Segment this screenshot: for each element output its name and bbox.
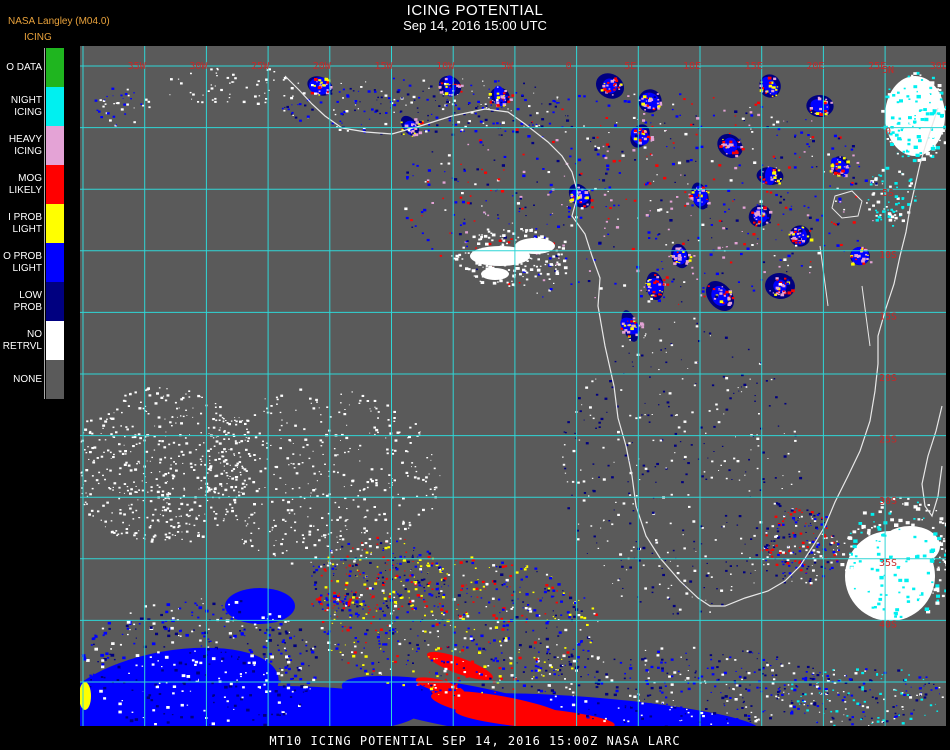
longitude-label: 30E bbox=[930, 61, 946, 72]
longitude-label: 0 bbox=[566, 61, 572, 72]
product-label: ICING bbox=[24, 32, 52, 43]
legend-item: NONE bbox=[0, 360, 66, 399]
legend-swatch bbox=[46, 321, 64, 360]
legend-item-label: NONE bbox=[13, 373, 42, 385]
legend-item: O PROB LIGHT bbox=[0, 243, 66, 282]
longitude-label: 30W bbox=[189, 61, 208, 72]
legend-item: MOG LIKELY bbox=[0, 165, 66, 204]
legend-item: LOW PROB bbox=[0, 282, 66, 321]
latitude-label: 5N bbox=[882, 65, 894, 76]
legend-swatch bbox=[46, 204, 64, 243]
longitude-label: 20W bbox=[313, 61, 332, 72]
legend-item: NO RETRVL bbox=[0, 321, 66, 360]
footer-caption: MT10 ICING POTENTIAL SEP 14, 2016 15:00Z… bbox=[269, 734, 681, 748]
longitude-label: 5E bbox=[624, 61, 636, 72]
legend-item-label: LOW PROB bbox=[13, 289, 42, 313]
legend-item-label: MOG LIKELY bbox=[8, 172, 42, 196]
latitude-label: 25S bbox=[879, 435, 897, 446]
legend-border bbox=[44, 48, 45, 399]
longitude-label: 15W bbox=[374, 61, 393, 72]
legend-item-label: O PROB LIGHT bbox=[3, 250, 42, 274]
latitude-label: 35S bbox=[879, 558, 897, 569]
legend-swatch bbox=[46, 282, 64, 321]
legend-swatch bbox=[46, 243, 64, 282]
latitude-label: 30S bbox=[879, 496, 897, 507]
legend-swatch bbox=[46, 87, 64, 126]
latitude-label: 40S bbox=[879, 619, 897, 630]
legend-item-label: O DATA bbox=[6, 61, 42, 73]
longitude-label: 35W bbox=[128, 61, 147, 72]
latitude-label: 0 bbox=[885, 127, 891, 138]
page-title: ICING POTENTIAL bbox=[406, 2, 544, 19]
legend-item: I PROB LIGHT bbox=[0, 204, 66, 243]
icing-map[interactable]: 35W30W25W20W15W10W5W05E10E15E20E25E30E35… bbox=[80, 46, 946, 726]
legend-item-label: I PROB LIGHT bbox=[8, 211, 42, 235]
legend-item-label: NIGHT ICING bbox=[10, 94, 42, 118]
latitude-label: 10S bbox=[879, 250, 897, 261]
longitude-label: 10E bbox=[683, 61, 701, 72]
longitude-label: 10W bbox=[436, 61, 455, 72]
legend-item: NIGHT ICING bbox=[0, 87, 66, 126]
legend-item: O DATA bbox=[0, 48, 66, 87]
legend-swatch bbox=[46, 126, 64, 165]
longitude-label: 5W bbox=[501, 61, 514, 72]
latitude-label: 5S bbox=[882, 188, 894, 199]
legend-item-label: HEAVY ICING bbox=[8, 133, 42, 157]
latitude-label: 20S bbox=[879, 373, 897, 384]
legend-swatch bbox=[46, 48, 64, 87]
longitude-label: 20E bbox=[806, 61, 824, 72]
timestamp: Sep 14, 2016 15:00 UTC bbox=[403, 18, 547, 33]
legend-item-label: NO RETRVL bbox=[2, 328, 42, 352]
legend-swatch bbox=[46, 165, 64, 204]
legend-item: HEAVY ICING bbox=[0, 126, 66, 165]
latitude-label: 15S bbox=[879, 311, 897, 322]
legend-swatch bbox=[46, 360, 64, 399]
longitude-label: 25W bbox=[251, 61, 270, 72]
longitude-label: 15E bbox=[745, 61, 763, 72]
